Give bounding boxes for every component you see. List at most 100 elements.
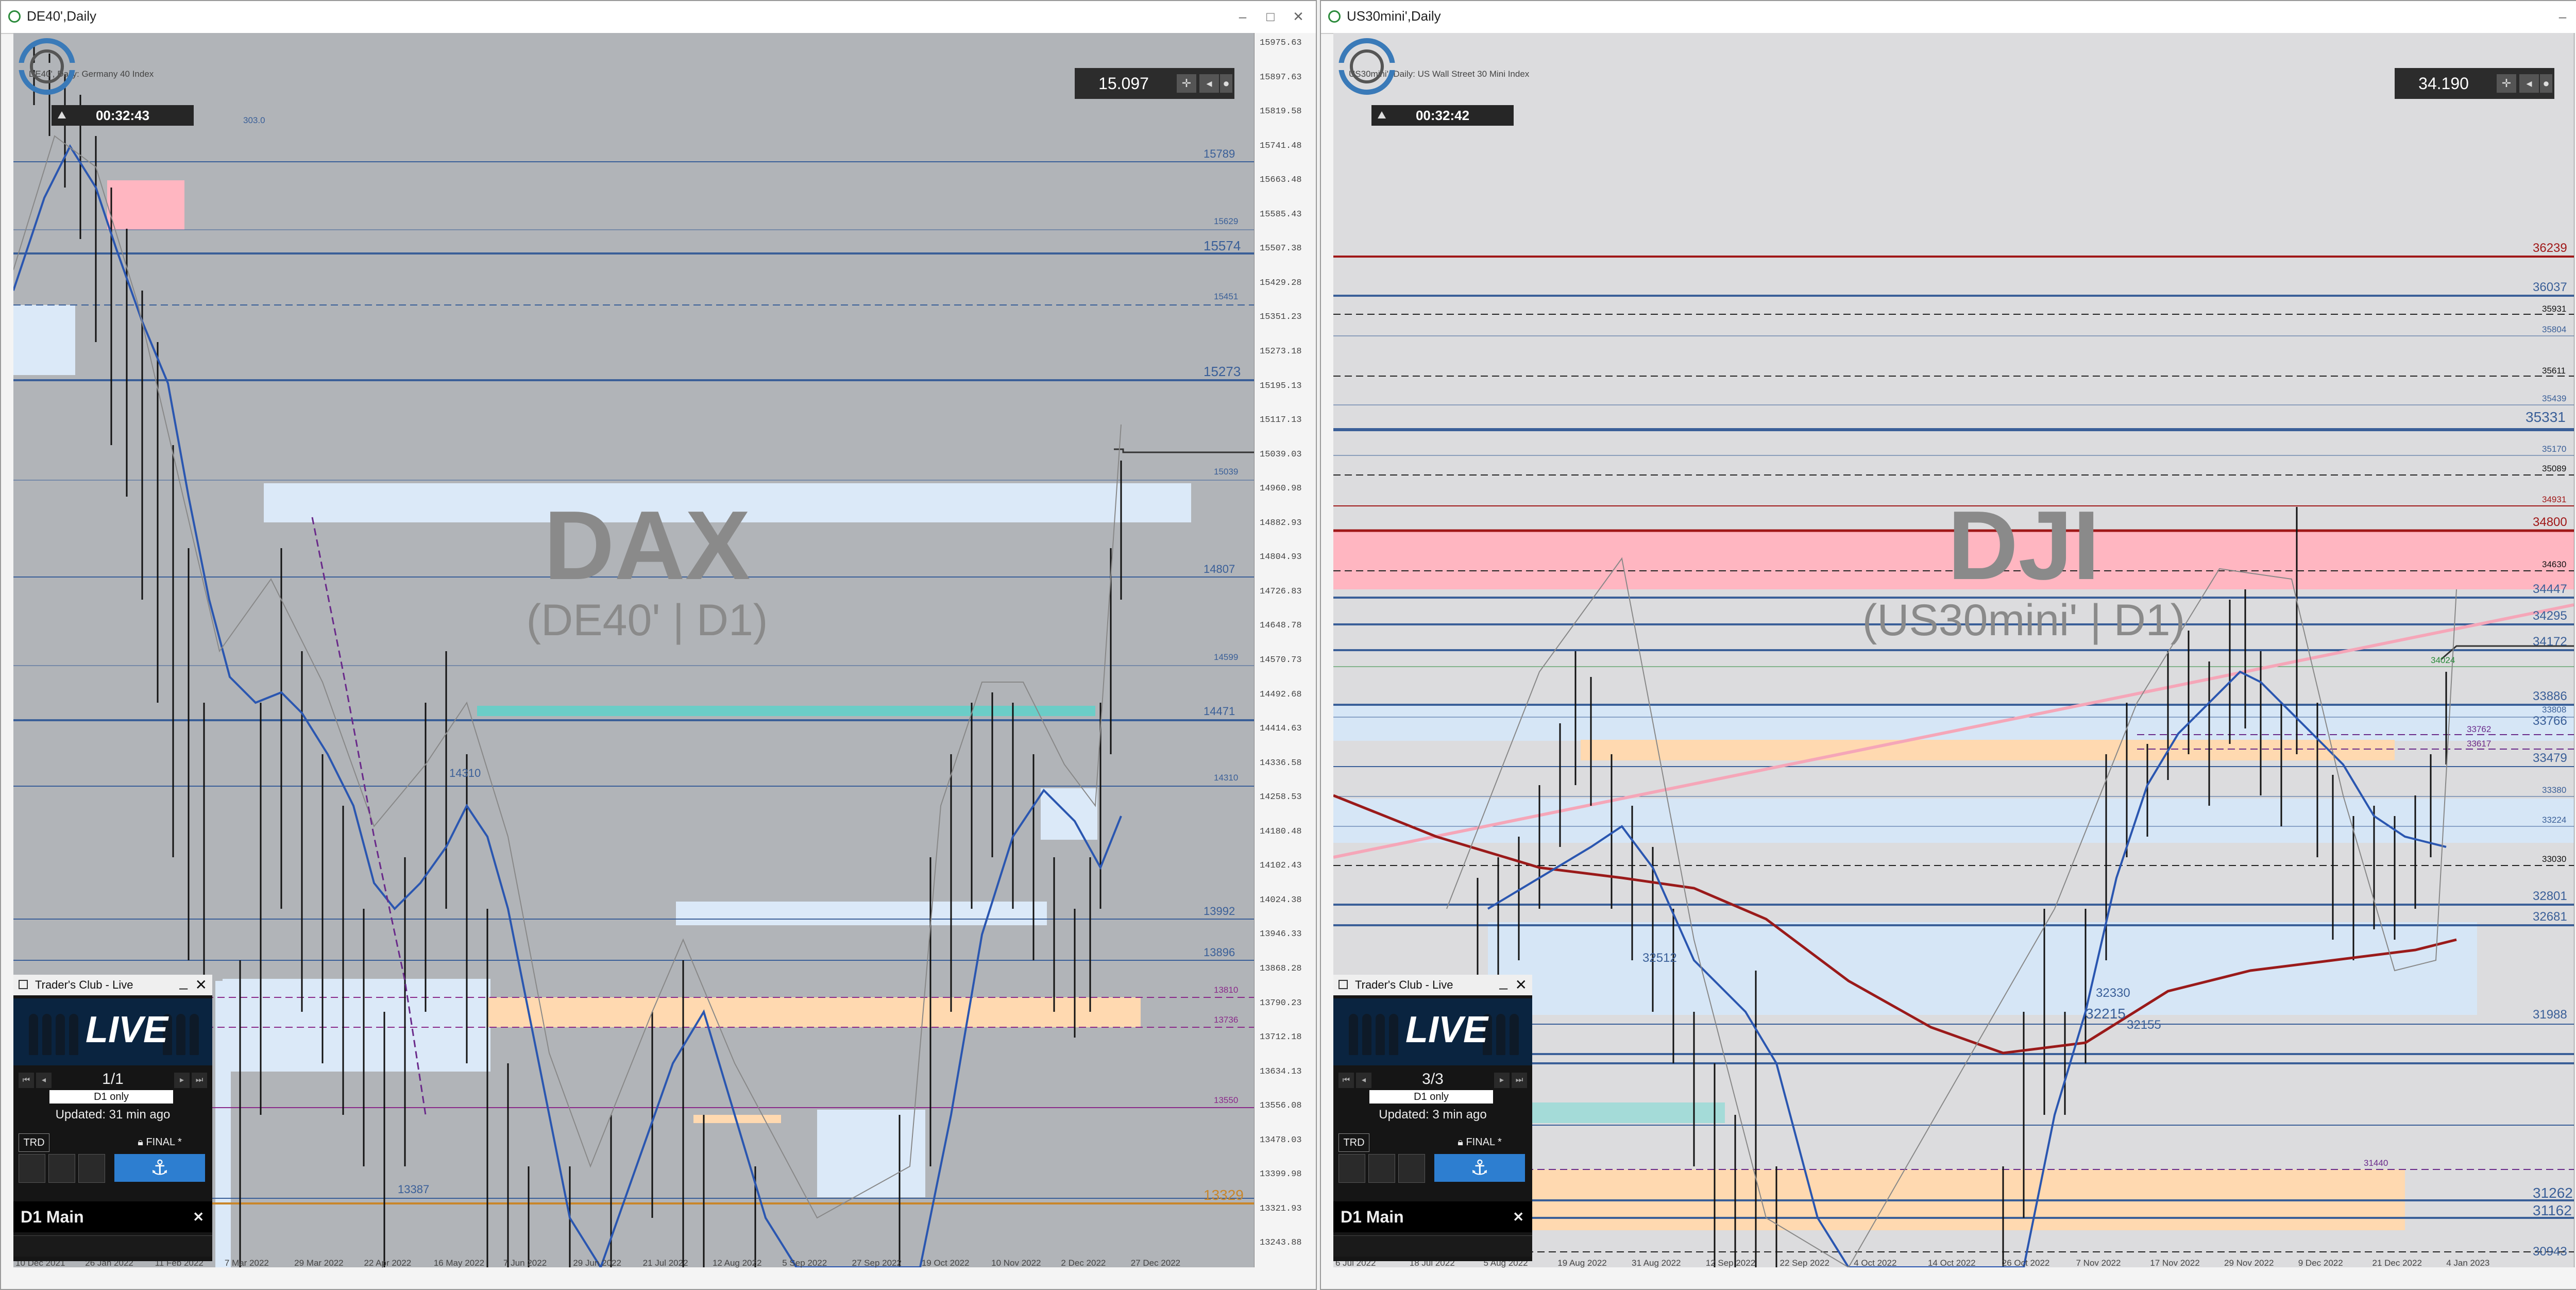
close-icon[interactable]: ✕ xyxy=(1287,6,1310,27)
panel-icon xyxy=(19,980,28,989)
next-page-icon[interactable]: ▸ xyxy=(1494,1073,1510,1088)
chart-window-de40[interactable]: DE40',Daily – □ ✕ DE40', Daily: Germany … xyxy=(0,0,1317,1290)
candle-timer: 00:32:43 xyxy=(52,105,194,126)
timeframe-filter[interactable]: D1 only xyxy=(1369,1090,1493,1104)
anchor-button[interactable]: ⚓︎ xyxy=(1434,1154,1525,1182)
price-tick: 14726.83 xyxy=(1260,586,1302,597)
date-tick: 16 May 2022 xyxy=(433,1258,485,1268)
crosshair-icon[interactable]: ✛ xyxy=(1177,74,1196,93)
chevron-left-icon[interactable]: ◂ xyxy=(2519,74,2539,93)
panel-header[interactable]: Trader's Club - Live _ ✕ xyxy=(13,972,212,995)
panel-close-icon[interactable]: ✕ xyxy=(195,975,207,995)
crosshair-icon[interactable]: ✛ xyxy=(2497,74,2516,93)
panel-scrollbar[interactable] xyxy=(1333,1235,1532,1257)
candle-timer: 00:32:42 xyxy=(1371,105,1514,126)
spread-widget[interactable]: 34.190 ✛ ◂ ● xyxy=(2395,68,2554,99)
watermark: DJI (US30mini' | D1) xyxy=(1862,491,2185,645)
window-title: US30mini',Daily xyxy=(1347,8,1441,24)
level-label: 14310 xyxy=(449,767,481,779)
title-bar[interactable]: US30mini',Daily – □ ✕ xyxy=(1321,1,2576,34)
price-tick: 13556.08 xyxy=(1260,1101,1302,1111)
globe-icon[interactable]: ● xyxy=(1220,74,1232,93)
timeframe-filter[interactable]: D1 only xyxy=(49,1090,173,1104)
traders-club-panel[interactable]: Trader's Club - Live _ ✕ LIVE ⏮ ◂ 3/3 ▸ … xyxy=(1333,972,1532,1261)
windows-icon[interactable] xyxy=(48,1154,75,1183)
last-page-icon[interactable]: ⏭ xyxy=(1512,1073,1527,1088)
price-axis[interactable]: 15975.63 15897.63 15819.58 15741.48 15663.48… xyxy=(1254,33,1316,1267)
panel-close-icon[interactable]: ✕ xyxy=(1515,975,1527,995)
traders-club-panel[interactable]: Trader's Club - Live _ ✕ LIVE ⏮ ◂ 1/1 ▸ … xyxy=(13,972,212,1261)
document-icon[interactable] xyxy=(1338,1154,1365,1183)
globe-icon[interactable]: ● xyxy=(2540,74,2552,93)
date-tick: 7 Nov 2022 xyxy=(2076,1258,2121,1268)
spread-widget[interactable]: 15.097 ✛ ◂ ● xyxy=(1075,68,1234,99)
level-label: 35611 xyxy=(2542,366,2566,376)
chart-window-us30mini[interactable]: US30mini',Daily – □ ✕ xyxy=(1320,0,2576,1290)
demand-zone xyxy=(13,305,75,375)
price-tick: 14960.98 xyxy=(1260,484,1302,494)
anchor-button[interactable]: ⚓︎ xyxy=(114,1154,205,1182)
d1-main-tab[interactable]: D1 Main ✕ xyxy=(13,1201,212,1232)
level-label: 32512 xyxy=(1642,951,1677,965)
price-tick: 13243.88 xyxy=(1260,1238,1302,1248)
supply-zone xyxy=(107,180,184,230)
level-label: 34295 xyxy=(2533,609,2567,623)
price-tick: 13868.28 xyxy=(1260,964,1302,974)
price-tick: 13321.93 xyxy=(1260,1203,1302,1214)
level-label: 33224 xyxy=(2542,815,2567,825)
minimize-icon[interactable]: – xyxy=(1231,6,1254,27)
panel-header[interactable]: Trader's Club - Live _ ✕ xyxy=(1333,972,1532,995)
price-tick: 14414.63 xyxy=(1260,724,1302,734)
panel-title: Trader's Club - Live xyxy=(35,978,133,991)
title-bar[interactable]: DE40',Daily – □ ✕ xyxy=(1,1,1316,34)
next-page-icon[interactable]: ▸ xyxy=(174,1073,190,1088)
date-tick: 27 Sep 2022 xyxy=(852,1258,902,1268)
app-icon xyxy=(1328,10,1341,23)
date-tick: 12 Aug 2022 xyxy=(712,1258,762,1268)
level-label: 33762 xyxy=(2467,724,2492,734)
d1-main-tab[interactable]: D1 Main ✕ xyxy=(1333,1201,1532,1232)
level-label: 15451 xyxy=(1214,292,1239,301)
date-tick: 2 Dec 2022 xyxy=(1061,1258,1106,1268)
date-tick: 19 Oct 2022 xyxy=(921,1258,970,1268)
price-tick: 13478.03 xyxy=(1260,1135,1302,1145)
date-tick: 21 Jul 2022 xyxy=(642,1258,688,1268)
chevron-left-icon[interactable]: ◂ xyxy=(1199,74,1219,93)
last-page-icon[interactable]: ⏭ xyxy=(192,1073,207,1088)
tab-close-icon[interactable]: ✕ xyxy=(1513,1201,1524,1232)
panel-scrollbar[interactable] xyxy=(13,1235,212,1257)
level-label: 35804 xyxy=(2542,325,2567,334)
level-label: 33479 xyxy=(2533,751,2567,765)
level-label: 14599 xyxy=(1214,652,1239,662)
tab-close-icon[interactable]: ✕ xyxy=(193,1201,204,1232)
panel-minimize-icon[interactable]: _ xyxy=(179,972,188,992)
price-tick: 13399.98 xyxy=(1260,1169,1302,1180)
level-label: 31162 xyxy=(2533,1202,2572,1218)
updated-status: Updated: 31 min ago xyxy=(55,1108,171,1122)
date-tick: 7 Mar 2022 xyxy=(224,1258,269,1268)
price-tick: 15351.23 xyxy=(1260,312,1302,322)
database-icon[interactable] xyxy=(1398,1154,1425,1183)
price-tick: 14258.53 xyxy=(1260,792,1302,803)
price-tick: 14336.58 xyxy=(1260,758,1302,768)
spread-value: 34.190 xyxy=(2418,74,2469,93)
document-icon[interactable] xyxy=(19,1154,45,1183)
maximize-icon[interactable]: □ xyxy=(1259,6,1282,27)
date-tick: 29 Nov 2022 xyxy=(2224,1258,2274,1268)
level-label: 34931 xyxy=(2542,495,2567,504)
level-label: 33617 xyxy=(2467,739,2492,749)
database-icon[interactable] xyxy=(78,1154,105,1183)
price-tick: 14570.73 xyxy=(1260,655,1302,665)
lock-icon: 🔒︎ xyxy=(1458,1136,1466,1148)
level-label: 30943 xyxy=(2533,1245,2567,1259)
zone-orange xyxy=(1581,740,2395,760)
level-label: 13329 xyxy=(1204,1187,1244,1203)
date-tick: 10 Nov 2022 xyxy=(991,1258,1041,1268)
price-axis[interactable]: 37383.6037209.5537035.9536862.3636688.70… xyxy=(2574,33,2576,1267)
level-label: 32330 xyxy=(2096,986,2130,1000)
price-tick: 15975.63 xyxy=(1260,38,1302,48)
panel-minimize-icon[interactable]: _ xyxy=(1499,972,1507,992)
level-label: 15789 xyxy=(1204,147,1235,160)
windows-icon[interactable] xyxy=(1368,1154,1395,1183)
minimize-icon[interactable]: – xyxy=(2551,6,2574,27)
